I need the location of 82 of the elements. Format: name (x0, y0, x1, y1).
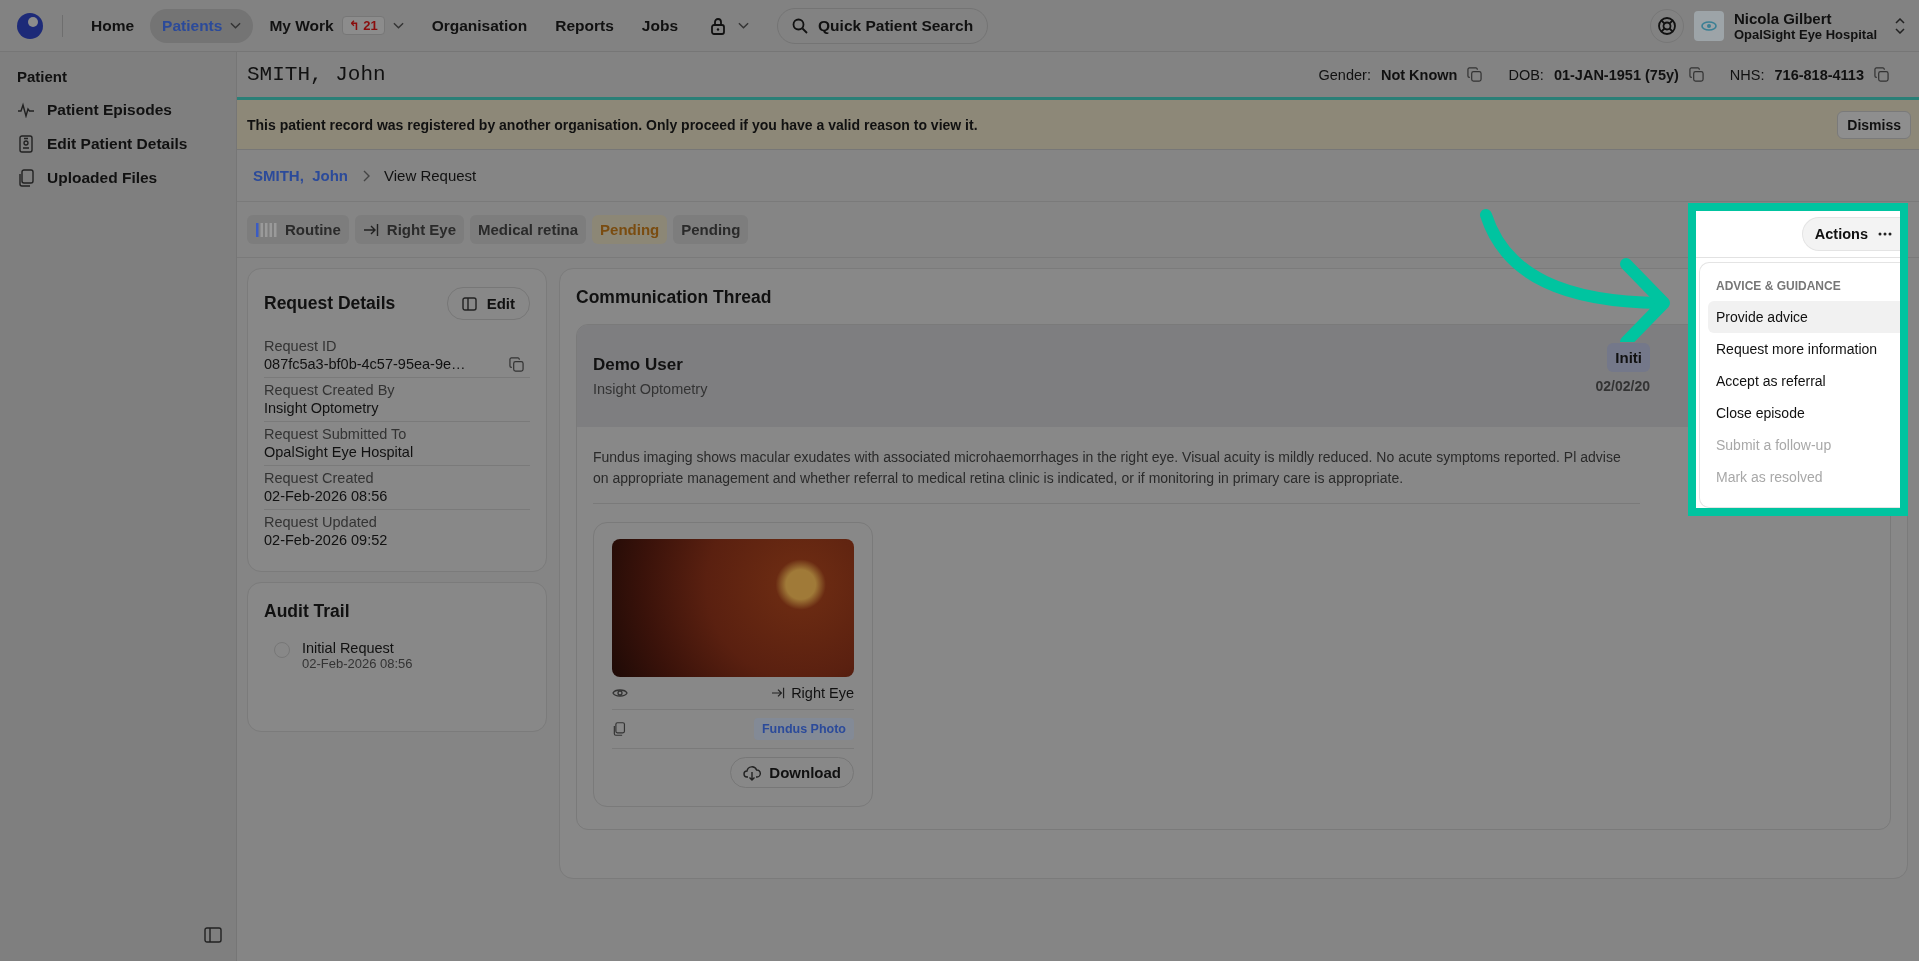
field-label: Request Created By (264, 382, 396, 398)
id-badge-icon (17, 135, 35, 153)
field-label: Request Submitted To (264, 426, 408, 442)
menu-section-heading: ADVICE & GUIDANCE (1715, 278, 1842, 295)
arrow-to-line-icon (362, 222, 379, 237)
field-label: Request Created (264, 470, 375, 486)
field-label: NHS: (1729, 66, 1765, 83)
dismiss-button[interactable]: Dismiss (1837, 110, 1911, 139)
message-author: Demo User (593, 355, 684, 375)
field-label: Request ID (264, 338, 338, 354)
sidebar-item[interactable]: Patient Episodes (17, 93, 226, 127)
field-value: 02-Feb-2026 08:56 (264, 488, 388, 504)
chevron-up-down-icon[interactable] (1895, 17, 1905, 34)
field-value: 01-JAN-1951 (75y) (1553, 66, 1679, 83)
eye-logo-icon[interactable] (16, 11, 44, 40)
pulse-icon (17, 102, 35, 118)
work-count-badge: ↰ 21 (341, 16, 385, 35)
tag: Pending (592, 215, 668, 244)
copy-icon[interactable] (1874, 67, 1889, 82)
field-value: OpalSight Eye Hospital (264, 444, 414, 460)
sidebar-heading: Patient (17, 68, 68, 85)
chevron-right-icon (362, 169, 370, 182)
nav-tab[interactable]: My Work ↰ 21 (257, 8, 416, 43)
sidebar-item[interactable]: Edit Patient Details (17, 127, 226, 161)
more-icon (1878, 232, 1892, 236)
patient-name: SMITH, John (247, 63, 386, 86)
menu-item[interactable]: Accept as referral (1708, 365, 1900, 397)
audit-entry-date: 02-Feb-2026 08:56 (302, 656, 413, 671)
tag: Routine (247, 215, 349, 244)
copy-icon[interactable] (1688, 67, 1704, 82)
copy-icon[interactable] (509, 356, 524, 372)
cloud-download-icon (743, 764, 762, 781)
menu-item[interactable]: Request more information (1708, 333, 1900, 365)
organisation-logo-icon (1693, 10, 1724, 41)
arrow-to-line-icon (771, 687, 786, 699)
warning-message: This patient record was registered by another organisation. Only proceed if you have a valid reason to view it. (247, 116, 979, 133)
user-organisation: OpalSight Eye Hospital (1733, 26, 1877, 42)
nav-tab[interactable]: Jobs (629, 8, 691, 43)
edit-button[interactable]: Edit (446, 287, 530, 320)
message-text: Fundus imaging shows macular exudates with associated microhaemorrhages in the right eye. Visual acuity is mildly reduced. No acute symptoms reported. Pl advise on appropriate management and whether referral to medical retina clinic is indicated, or if monitoring in primary care is appropriate. (593, 427, 1640, 504)
sidebar-toggle-icon[interactable] (204, 927, 222, 943)
user-name: Nicola Gilbert (1733, 9, 1833, 27)
chevron-down-icon (230, 21, 242, 30)
field-value: Not Known (1380, 66, 1458, 83)
message-organisation: Insight Optometry (593, 381, 708, 397)
eye-side-text: Right Eye (791, 685, 854, 701)
field-value: 716-818-4113 (1774, 66, 1864, 83)
nav-tab[interactable]: Home (79, 8, 147, 43)
tag: Pending (673, 215, 749, 244)
field-value: 02-Feb-2026 09:52 (264, 532, 388, 548)
menu-item[interactable]: Close episode (1708, 397, 1900, 429)
nav-tab[interactable]: Organisation (419, 8, 540, 43)
sidebar-item[interactable]: Uploaded Files (17, 161, 226, 195)
field-label: DOB: (1508, 66, 1544, 83)
status-badge: Initi (1607, 343, 1650, 372)
field-value: Insight Optometry (264, 400, 379, 416)
breadcrumb-current: View Request (384, 167, 477, 184)
copy-icon[interactable] (1467, 67, 1483, 82)
panel-icon (461, 296, 477, 311)
search-icon (792, 17, 809, 34)
audit-entry-title: Initial Request (302, 640, 395, 656)
card-title: Communication Thread (576, 287, 773, 308)
lifebuoy-icon (1656, 15, 1677, 36)
lock-icon (710, 16, 727, 35)
files-icon (17, 169, 35, 187)
card-title: Request Details (264, 293, 396, 314)
card-title: Audit Trail (264, 601, 351, 622)
tag: Right Eye (354, 215, 464, 244)
nav-tab[interactable]: Reports (543, 8, 626, 43)
actions-button[interactable]: Actions (1801, 217, 1900, 251)
chevron-down-icon (392, 21, 404, 30)
field-value: 087fc5a3-bf0b-4c57-95ea-9e… (264, 356, 466, 372)
field-label: Gender: (1318, 66, 1371, 83)
menu-item[interactable]: Provide advice (1708, 301, 1900, 333)
eye-icon (612, 686, 628, 700)
files-icon (612, 722, 626, 736)
priority-bars-icon (255, 221, 277, 238)
message-date: 02/02/20 (1595, 378, 1650, 394)
image-type-badge: Fundus Photo (754, 718, 854, 740)
chevron-down-icon (738, 21, 750, 30)
tag: Medical retina (470, 215, 587, 244)
field-label: Request Updated (264, 514, 378, 530)
